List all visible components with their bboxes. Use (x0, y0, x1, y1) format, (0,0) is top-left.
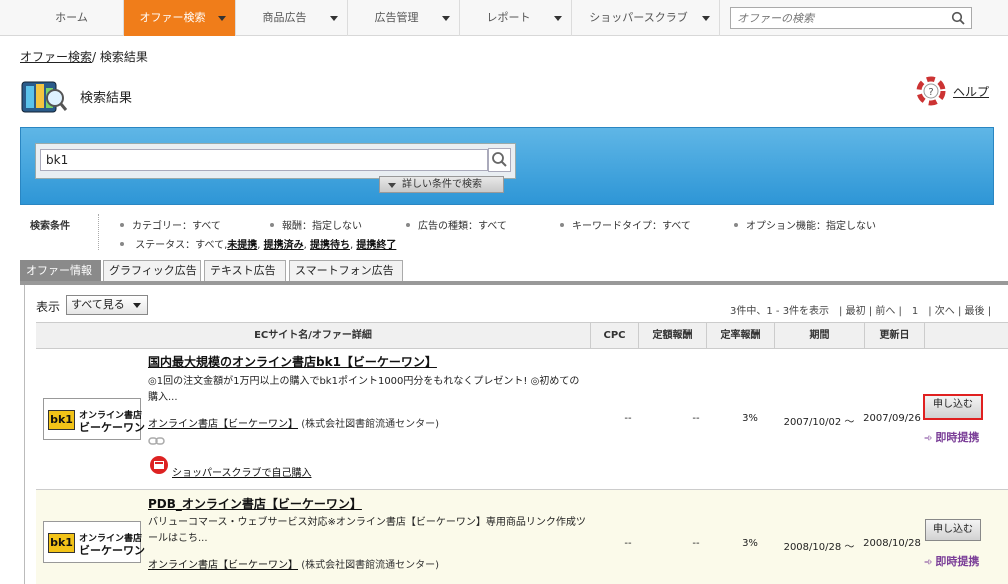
header-cpc: CPC (590, 323, 638, 348)
arrow-right-icon: ➾ (924, 433, 933, 444)
search-panel: 詳しい条件で検索 (20, 127, 994, 205)
help-link[interactable]: ヘルプ (953, 83, 989, 100)
offer-shop: オンライン書店【ビーケーワン】 (株式会社図書館流通センター) (148, 419, 439, 430)
nav-search-box (730, 7, 972, 29)
status-link-unaffiliated[interactable]: 未提携 (227, 240, 257, 251)
condition-keyword-type: キーワードタイプ：すべて (560, 217, 691, 232)
nav-home[interactable]: ホーム (20, 0, 124, 36)
pager: 3件中、1 - 3件を表示 | 最初 | 前へ | 1 | 次へ | 最後 | (730, 306, 992, 317)
header-fixed-reward: 定額報酬 (638, 323, 706, 348)
apply-button[interactable]: 申し込む (925, 519, 981, 541)
help-icon[interactable]: ? (914, 76, 948, 109)
condition-category: カテゴリー：すべて (120, 217, 221, 232)
tab-text-ads[interactable]: テキスト広告 (204, 260, 286, 282)
instant-affiliate-link[interactable]: ➾ 即時提携 (924, 429, 979, 445)
tab-offer-info[interactable]: オファー情報 (20, 260, 101, 282)
header-updated: 更新日 (864, 323, 924, 348)
page-title: 検索結果 (80, 91, 133, 106)
chevron-down-icon (702, 16, 710, 21)
fixed-reward-value: -- (692, 413, 700, 424)
cpc-value: -- (624, 538, 632, 549)
instant-affiliate-link[interactable]: ➾ 即時提携 (924, 553, 979, 569)
breadcrumb: オファー検索/ 検索結果 (20, 48, 148, 65)
header-rate-reward: 定率報酬 (706, 323, 774, 348)
updated-value: 2007/09/26 (863, 413, 921, 424)
nav-ad-management[interactable]: 広告管理 (348, 0, 460, 36)
view-select[interactable]: すべて見る (66, 295, 148, 315)
advanced-search-button[interactable]: 詳しい条件で検索 (379, 176, 504, 193)
condition-ad-type: 広告の種類：すべて (406, 217, 507, 232)
status-link-ended[interactable]: 提携終了 (356, 240, 396, 251)
arrow-right-icon: ➾ (924, 557, 933, 568)
chevron-down-icon (554, 16, 562, 21)
svg-text:?: ? (928, 87, 933, 98)
nav-product-ads[interactable]: 商品広告 (236, 0, 348, 36)
nav-offer-search[interactable]: オファー検索 (124, 0, 236, 36)
nav-shopper-scrap[interactable]: ショッパースクラブ (572, 0, 720, 36)
offer-search-page-icon (20, 76, 68, 121)
tab-graphic-ads[interactable]: グラフィック広告 (103, 260, 201, 282)
chevron-down-icon (218, 16, 226, 21)
status-link-pending[interactable]: 提携待ち (310, 240, 350, 251)
condition-option: オプション機能：指定しない (734, 217, 876, 232)
view-label: 表示 (36, 300, 61, 314)
updated-value: 2008/10/28 (863, 538, 921, 549)
offer-shop: オンライン書店【ビーケーワン】 (株式会社図書館流通センター) (148, 560, 439, 571)
shopper-scrap-link[interactable]: ショッパースクラブで自己購入 (172, 468, 312, 479)
top-nav: ホーム オファー検索 商品広告 広告管理 レポート ショッパースクラブ (0, 0, 1008, 36)
table-row: bk1 オンライン書店 ビーケーワン 国内最大規模のオンライン書店bk1【ビーケ… (36, 349, 1008, 490)
offer-description: バリューコマース・ウェブサービス対応※オンライン書店【ビーケーワン】専用商品リン… (148, 517, 586, 544)
link-icon (148, 435, 166, 450)
rate-reward-value: 3% (742, 538, 758, 549)
status-link-affiliated[interactable]: 提携済み (264, 240, 304, 251)
header-action (924, 323, 1008, 348)
table-row: bk1 オンライン書店 ビーケーワン PDB_オンライン書店【ビーケーワン】 バ… (36, 490, 1008, 584)
offer-title-link[interactable]: 国内最大規模のオンライン書店bk1【ビーケーワン】 (148, 353, 437, 370)
fixed-reward-value: -- (692, 538, 700, 549)
table-header: ECサイト名/オファー詳細 CPC 定額報酬 定率報酬 期間 更新日 (36, 322, 1008, 349)
header-site-offer: ECサイト名/オファー詳細 (254, 330, 372, 341)
rate-reward-value: 3% (742, 413, 758, 424)
shop-logo[interactable]: bk1 オンライン書店 ビーケーワン (43, 521, 145, 563)
shopper-scrap-icon (148, 453, 170, 478)
breadcrumb-offer-search-link[interactable]: オファー検索 (20, 50, 92, 64)
tab-smartphone-ads[interactable]: スマートフォン広告 (289, 260, 403, 282)
offer-description: ◎1回の注文金額が1万円以上の購入でbk1ポイント1000円分をもれなくプレゼン… (148, 376, 580, 403)
period-value: 2008/10/28 〜 (783, 542, 855, 553)
keyword-search-input[interactable] (40, 149, 488, 171)
chevron-down-icon (330, 16, 338, 21)
apply-button[interactable]: 申し込む (923, 394, 983, 420)
conditions-divider (98, 214, 99, 250)
shopper-scrap: ショッパースクラブで自己購入 (172, 464, 312, 479)
chevron-down-icon (388, 183, 396, 188)
search-box (35, 143, 516, 179)
offer-search-input[interactable] (731, 8, 941, 28)
shop-link[interactable]: オンライン書店【ビーケーワン】 (148, 419, 298, 430)
shop-logo[interactable]: bk1 オンライン書店 ビーケーワン (43, 398, 145, 440)
search-button[interactable] (488, 148, 511, 172)
offer-title-link[interactable]: PDB_オンライン書店【ビーケーワン】 (148, 495, 362, 512)
condition-reward: 報酬：指定しない (270, 217, 362, 232)
chevron-down-icon (133, 303, 141, 308)
conditions-label: 検索条件 (30, 221, 70, 232)
period-value: 2007/10/02 〜 (783, 417, 855, 428)
chevron-down-icon (442, 16, 450, 21)
header-period: 期間 (774, 323, 864, 348)
search-icon[interactable] (951, 11, 965, 28)
breadcrumb-current: / 検索結果 (92, 50, 148, 64)
cpc-value: -- (624, 413, 632, 424)
nav-report[interactable]: レポート (460, 0, 572, 36)
shop-link[interactable]: オンライン書店【ビーケーワン】 (148, 560, 298, 571)
condition-status: ステータス：すべて,未提携, 提携済み, 提携待ち, 提携終了 (120, 236, 396, 251)
